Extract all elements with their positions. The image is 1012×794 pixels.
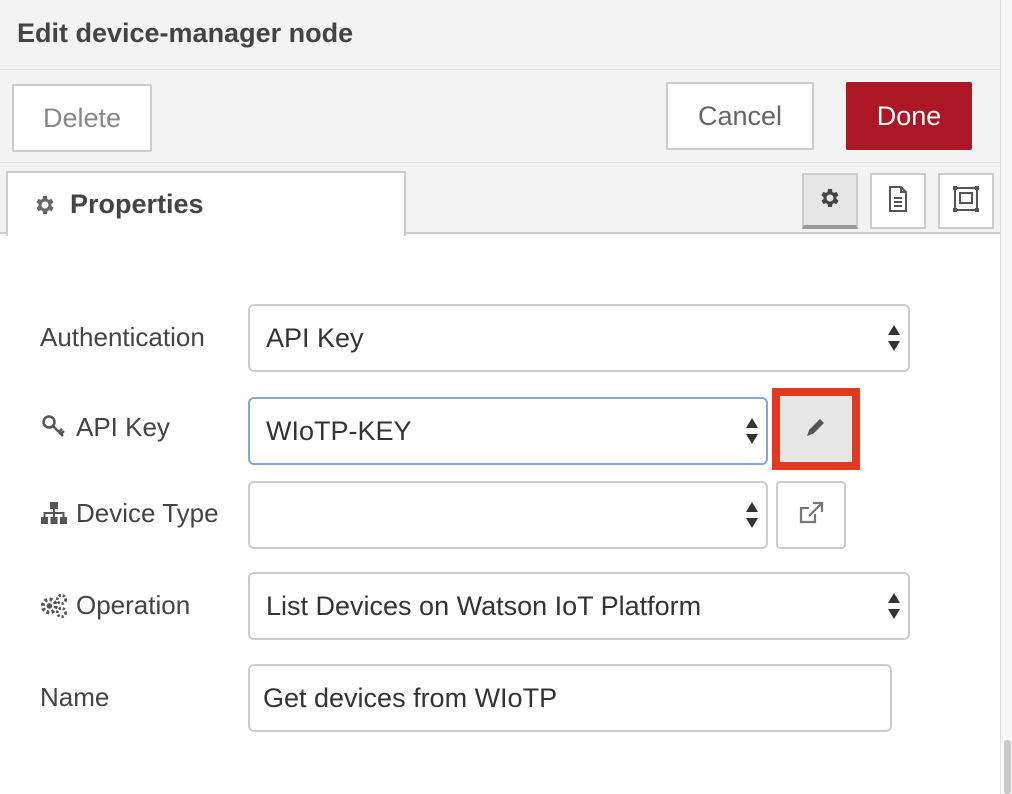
done-button[interactable]: Done	[846, 82, 972, 150]
appearance-tab-button[interactable]	[938, 173, 994, 229]
scrollbar-track[interactable]	[1000, 0, 1012, 794]
operation-label: Operation	[40, 588, 190, 622]
gear-icon	[818, 186, 842, 215]
dialog-header: Edit device-manager node	[0, 0, 1000, 70]
delete-button[interactable]: Delete	[12, 84, 152, 152]
key-icon	[40, 413, 68, 441]
select-arrows-icon	[888, 593, 900, 619]
gear-icon	[32, 192, 58, 218]
edit-api-key-button[interactable]	[772, 388, 860, 470]
select-arrows-icon	[888, 325, 900, 351]
cancel-button[interactable]: Cancel	[666, 82, 814, 150]
description-tab-button[interactable]	[870, 173, 926, 229]
operation-select[interactable]: List Devices on Watson IoT Platform	[248, 572, 910, 640]
dialog-toolbar: Delete Cancel Done	[0, 70, 1000, 163]
select-arrows-icon	[746, 502, 758, 528]
settings-tab-button[interactable]	[802, 173, 858, 229]
scrollbar-thumb[interactable]	[1004, 740, 1011, 794]
authentication-select[interactable]: API Key	[248, 304, 910, 372]
api-key-label: API Key	[40, 410, 170, 444]
api-key-select[interactable]: WIoTP-KEY	[248, 397, 768, 465]
external-link-icon	[797, 500, 825, 531]
gears-icon	[40, 591, 68, 619]
name-input[interactable]: Get devices from WIoTP	[248, 664, 892, 732]
layout-icon	[951, 184, 981, 219]
dialog-title: Edit device-manager node	[17, 18, 354, 48]
select-arrows-icon	[746, 418, 758, 444]
tab-properties[interactable]: Properties	[6, 171, 406, 236]
device-type-select[interactable]	[248, 481, 768, 549]
document-icon	[886, 185, 910, 218]
open-device-type-button[interactable]	[776, 481, 846, 549]
device-type-label: Device Type	[40, 496, 219, 530]
pencil-icon	[805, 416, 827, 443]
tab-properties-label: Properties	[70, 189, 204, 219]
tab-bar: Properties	[0, 163, 1000, 236]
name-label: Name	[40, 681, 110, 712]
authentication-label: Authentication	[40, 321, 205, 352]
sitemap-icon	[40, 499, 68, 527]
